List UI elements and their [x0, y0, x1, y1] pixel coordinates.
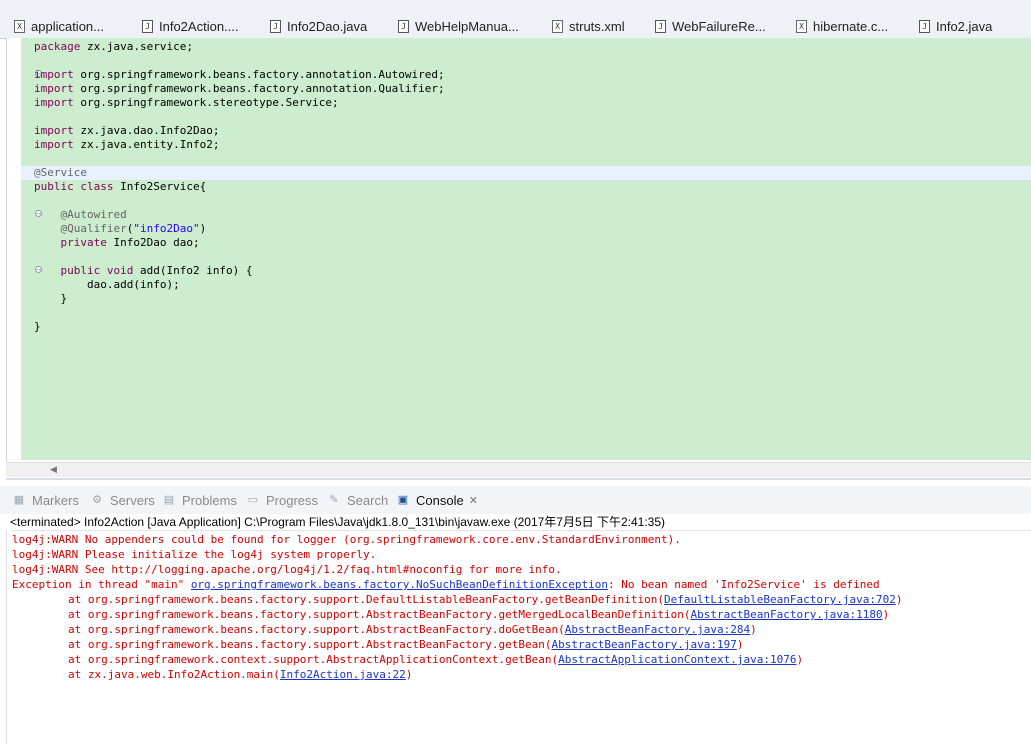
console-line: log4j:WARN Please initialize the log4j s…: [12, 548, 377, 561]
console-status: <terminated> Info2Action [Java Applicati…: [10, 514, 1031, 531]
java-file-icon: J: [919, 19, 930, 33]
java-file-icon: J: [142, 19, 153, 33]
tab-hibernate-cfg[interactable]: Xhibernate.c...: [796, 14, 888, 38]
stack-line: at org.springframework.beans.factory.sup…: [68, 638, 744, 651]
code-editor[interactable]: − − − package zx.java.service; import or…: [6, 38, 1031, 462]
tab-webfailure[interactable]: J WebFailureRe...: [655, 14, 766, 38]
markers-icon: ▦: [13, 493, 25, 506]
java-file-icon: J: [270, 19, 281, 33]
editor-tab-bar: Xapplication... J Info2Action.... J Info2D…: [0, 0, 1031, 39]
code-line: import org.springframework.beans.factory…: [34, 68, 445, 81]
close-icon[interactable]: ✕: [469, 494, 478, 507]
code-line: public class Info2Service{: [34, 180, 207, 193]
code-line: @Qualifier("info2Dao"): [34, 222, 207, 235]
xml-file-icon: X: [14, 19, 25, 33]
code-line: import zx.java.entity.Info2;: [34, 138, 220, 151]
tab-search[interactable]: ✎ Search: [327, 492, 388, 508]
console-icon: ▣: [397, 493, 409, 506]
tab-label: Info2.java: [936, 18, 993, 34]
stack-line: at org.springframework.beans.factory.sup…: [68, 593, 903, 606]
stack-line: at org.springframework.beans.factory.sup…: [68, 623, 757, 636]
tab-progress[interactable]: ▭ Progress: [246, 492, 318, 508]
console-line: log4j:WARN No appenders could be found f…: [12, 533, 681, 546]
divider: [6, 478, 1031, 480]
code-line: @Autowired: [34, 208, 127, 221]
tab-servers[interactable]: ⚙ Servers: [90, 492, 155, 508]
java-file-icon: J: [398, 19, 409, 33]
code-line: }: [34, 292, 68, 305]
tab-webhelpmanual[interactable]: J WebHelpManua...: [398, 14, 519, 38]
stack-trace-link[interactable]: AbstractBeanFactory.java:284: [565, 623, 750, 636]
servers-icon: ⚙: [92, 493, 102, 506]
tab-label: application...: [31, 18, 104, 34]
console-output[interactable]: log4j:WARN No appenders could be found f…: [6, 531, 1031, 744]
scroll-left-icon[interactable]: ◀: [50, 463, 57, 477]
stack-trace-link[interactable]: Info2Action.java:22: [280, 668, 406, 681]
horizontal-scrollbar[interactable]: ◀: [6, 462, 1031, 477]
stack-line: at zx.java.web.Info2Action.main(Info2Act…: [68, 668, 413, 681]
code-line: package zx.java.service;: [34, 40, 193, 53]
code-line: @Service: [34, 166, 87, 179]
panel-tab-bar: ▦ Markers ⚙ Servers ▤ Problems ▭ Progress ✎ S…: [0, 486, 1031, 514]
tab-struts-xml[interactable]: Xstruts.xml: [552, 14, 625, 38]
search-icon: ✎: [329, 493, 339, 506]
tab-info2action[interactable]: J Info2Action....: [142, 14, 239, 38]
code-line: import org.springframework.beans.factory…: [34, 82, 445, 95]
current-line-highlight: [21, 166, 1031, 180]
code-line: dao.add(info);: [34, 278, 180, 291]
vertical-ruler: [7, 38, 21, 462]
stack-trace-link[interactable]: AbstractBeanFactory.java:1180: [691, 608, 883, 621]
stack-trace-link[interactable]: AbstractBeanFactory.java:197: [551, 638, 736, 651]
exception-link[interactable]: org.springframework.beans.factory.NoSuch…: [191, 578, 608, 591]
tab-info2dao[interactable]: J Info2Dao.java: [270, 14, 367, 38]
tab-label: struts.xml: [569, 18, 625, 34]
tab-label: Info2Action....: [159, 18, 239, 34]
problems-icon: ▤: [163, 493, 175, 506]
code-line: import org.springframework.stereotype.Se…: [34, 96, 339, 109]
java-file-icon: J: [655, 19, 666, 33]
stack-trace-link[interactable]: DefaultListableBeanFactory.java:702: [664, 593, 896, 606]
tab-application-xml[interactable]: Xapplication...: [14, 14, 104, 38]
code-line: }: [34, 320, 41, 333]
tab-label: WebHelpManua...: [415, 18, 519, 34]
xml-file-icon: X: [796, 19, 807, 33]
code-line: private Info2Dao dao;: [34, 236, 200, 249]
tab-label: hibernate.c...: [813, 18, 889, 34]
code-line: import zx.java.dao.Info2Dao;: [34, 124, 220, 137]
tab-problems[interactable]: ▤ Problems: [162, 492, 237, 508]
tab-label: WebFailureRe...: [672, 18, 766, 34]
console-line: log4j:WARN See http://logging.apache.org…: [12, 563, 562, 576]
tab-console[interactable]: ▣ Console ✕: [396, 492, 478, 508]
code-line: public void add(Info2 info) {: [34, 264, 253, 277]
stack-line: at org.springframework.context.support.A…: [68, 653, 804, 666]
xml-file-icon: X: [552, 19, 563, 33]
progress-icon: ▭: [247, 493, 259, 506]
console-line: Exception in thread "main" org.springfra…: [12, 578, 880, 591]
tab-label: Info2Dao.java: [287, 18, 368, 34]
tab-markers[interactable]: ▦ Markers: [12, 492, 79, 508]
stack-line: at org.springframework.beans.factory.sup…: [68, 608, 890, 621]
stack-trace-link[interactable]: AbstractApplicationContext.java:1076: [558, 653, 796, 666]
tab-info2-java[interactable]: J Info2.java: [919, 14, 992, 38]
